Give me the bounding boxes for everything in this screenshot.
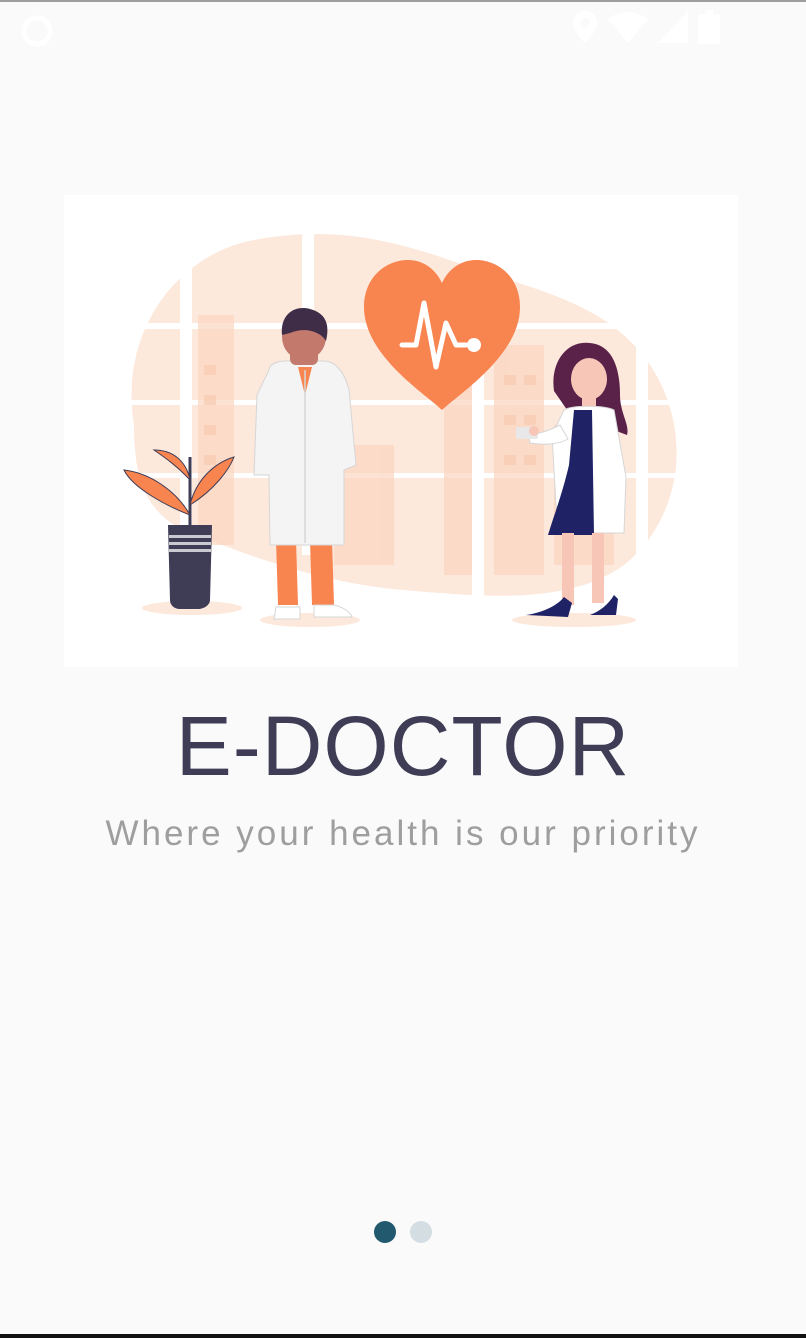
battery-icon: [697, 10, 720, 49]
status-time: 8:46: [729, 12, 788, 46]
page-indicator: [0, 1221, 806, 1243]
status-bar: 8:46: [0, 2, 806, 58]
signal-icon: [657, 11, 688, 48]
app-tagline: Where your health is our priority: [105, 814, 701, 853]
doctors-heartbeat-illustration: [64, 195, 738, 667]
app-title: E-DOCTOR: [175, 699, 631, 793]
location-icon: [572, 10, 598, 49]
bottom-edge: [0, 1334, 806, 1338]
app-indicator-icon: [20, 14, 54, 53]
page-dot-1-active[interactable]: [374, 1221, 396, 1243]
page-dot-2[interactable]: [410, 1221, 432, 1243]
wifi-icon: [607, 11, 648, 48]
